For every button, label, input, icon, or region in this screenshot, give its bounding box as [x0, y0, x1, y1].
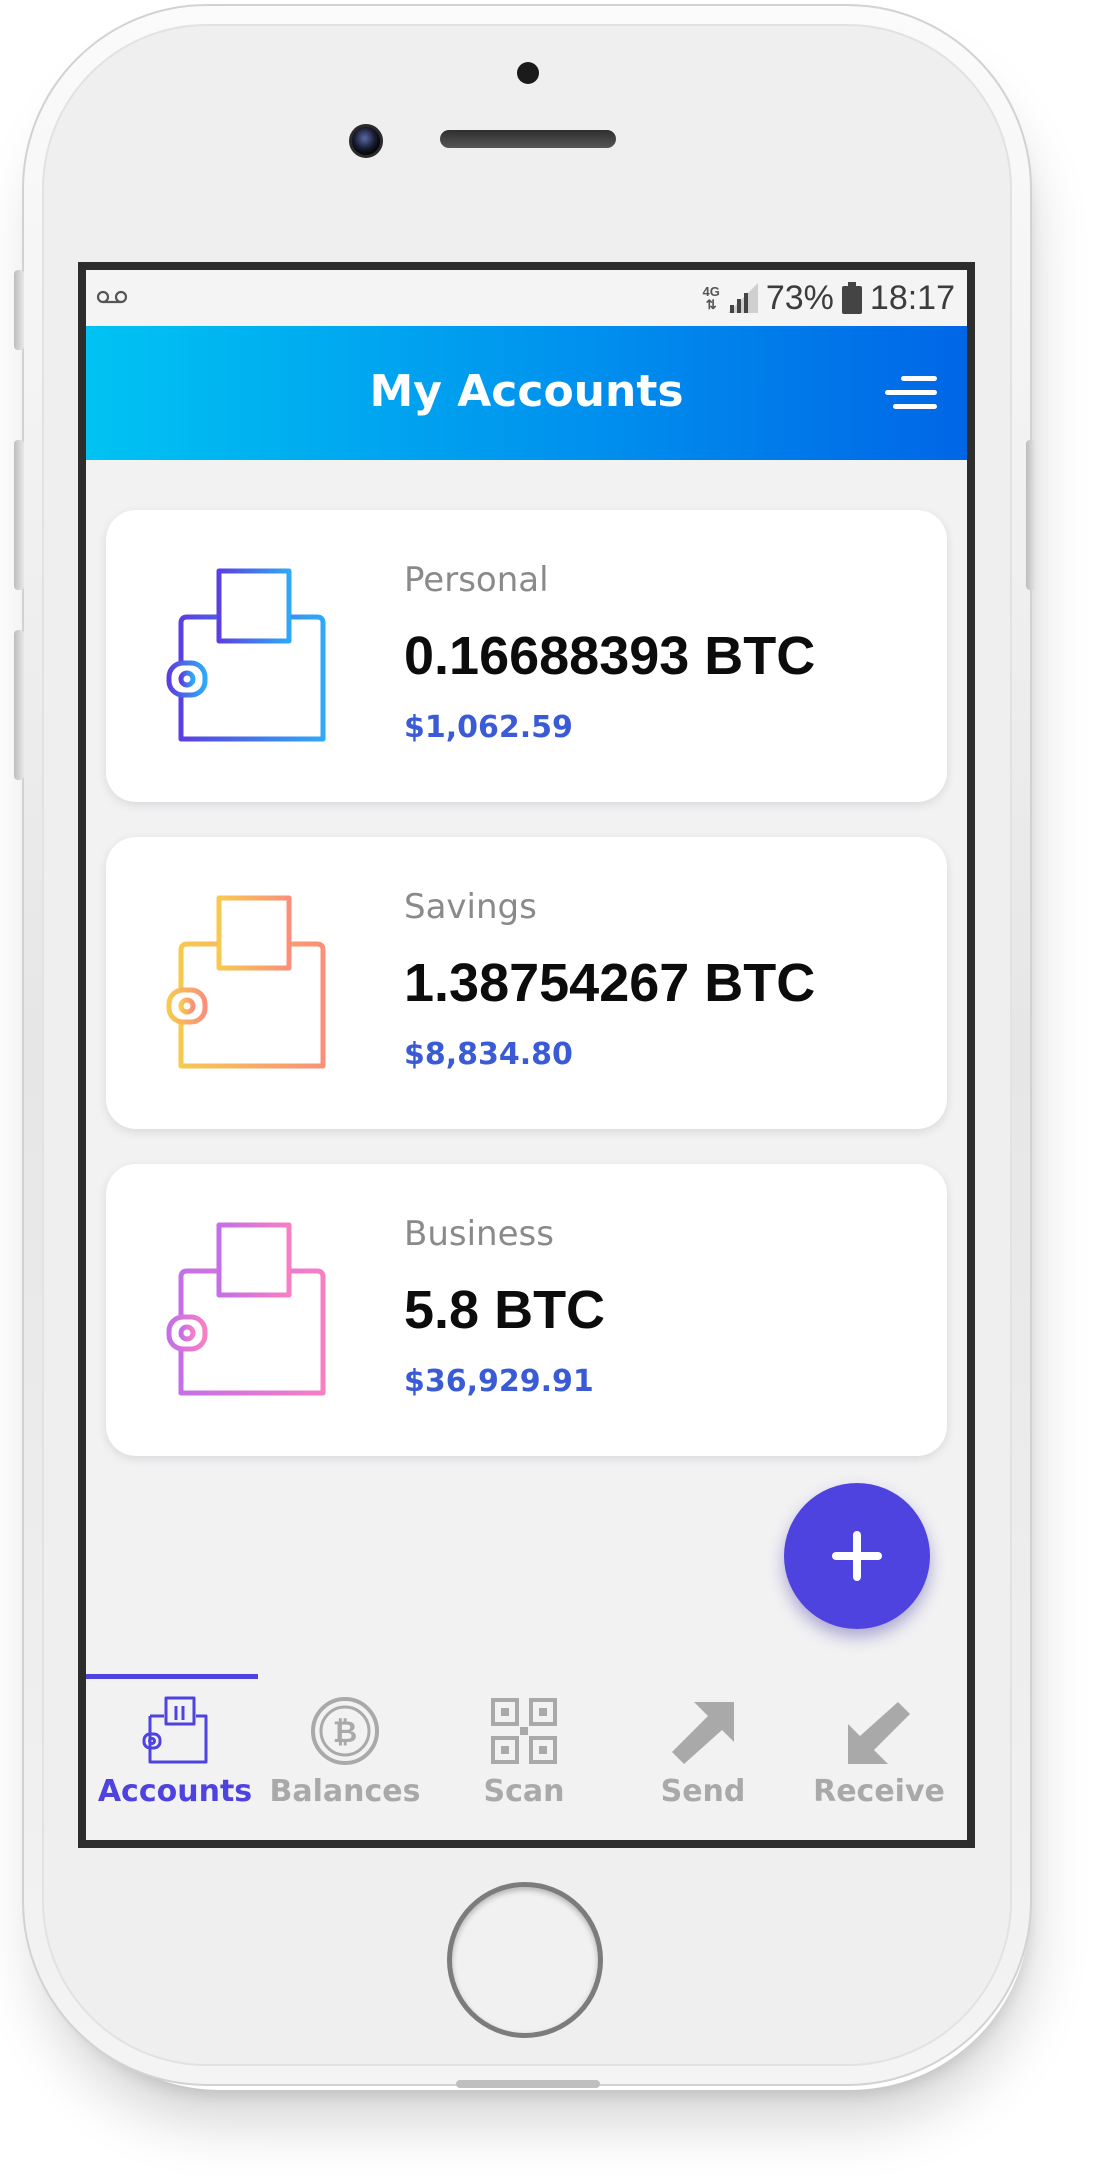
power-button — [1026, 440, 1036, 590]
account-card-savings[interactable]: Savings 1.38754267 BTC $8,834.80 — [106, 837, 947, 1129]
nav-tab-send[interactable]: Send — [614, 1694, 792, 1834]
data-arrows-icon: ⇅ — [705, 297, 717, 312]
menu-button[interactable] — [885, 372, 937, 414]
nav-tab-accounts[interactable]: Accounts — [86, 1694, 264, 1834]
account-name: Business — [404, 1214, 554, 1254]
clock: 18:17 — [869, 278, 955, 317]
proximity-sensor — [517, 62, 539, 84]
earpiece-speaker — [440, 130, 616, 148]
nav-label: Send — [660, 1774, 746, 1809]
account-btc-balance: 5.8 BTC — [404, 1280, 606, 1340]
wallet-icon — [166, 895, 326, 1069]
front-camera — [349, 124, 383, 158]
qr-code-icon — [491, 1698, 557, 1764]
account-usd-value: $36,929.91 — [404, 1364, 594, 1399]
nav-tab-receive[interactable]: Receive — [790, 1694, 967, 1834]
nav-label: Accounts — [97, 1774, 253, 1809]
plus-icon — [832, 1531, 882, 1581]
app-header: My Accounts — [86, 326, 967, 460]
account-name: Personal — [404, 560, 549, 600]
home-button[interactable] — [447, 1882, 603, 2038]
add-account-button[interactable] — [784, 1483, 930, 1629]
bitcoin-coin-icon: ₿ — [311, 1697, 379, 1765]
nav-tab-scan[interactable]: Scan — [435, 1694, 613, 1834]
page-title: My Accounts — [369, 366, 684, 417]
account-name: Savings — [404, 887, 537, 927]
account-btc-balance: 0.16688393 BTC — [404, 626, 816, 686]
volume-down-button — [14, 630, 24, 780]
voicemail-icon — [96, 290, 128, 304]
bottom-edge — [456, 2080, 600, 2088]
wallet-icon — [142, 1696, 208, 1764]
nav-label: Receive — [813, 1774, 945, 1809]
bottom-navigation: Accounts ₿ Balances Scan Send Receive — [86, 1674, 967, 1840]
app-screen: 4G ⇅ 73% 18:17 My Accounts Personal 0.16… — [78, 262, 975, 1848]
wallet-icon — [166, 1222, 326, 1396]
account-usd-value: $1,062.59 — [404, 710, 573, 745]
volume-up-button — [14, 440, 24, 590]
menu-icon — [885, 376, 937, 409]
account-list: Personal 0.16688393 BTC $1,062.59 Saving… — [106, 510, 947, 1491]
network-indicator: 4G ⇅ — [703, 285, 720, 311]
account-btc-balance: 1.38754267 BTC — [404, 953, 816, 1013]
svg-text:₿: ₿ — [333, 1715, 357, 1750]
mute-switch — [14, 270, 24, 350]
nav-label: Scan — [483, 1774, 565, 1809]
nav-tab-balances[interactable]: ₿ Balances — [256, 1694, 434, 1834]
status-bar: 4G ⇅ 73% 18:17 — [86, 270, 967, 326]
account-usd-value: $8,834.80 — [404, 1037, 573, 1072]
battery-icon — [841, 282, 862, 314]
signal-icon — [727, 283, 758, 313]
wallet-icon — [166, 568, 326, 742]
account-card-personal[interactable]: Personal 0.16688393 BTC $1,062.59 — [106, 510, 947, 802]
account-card-business[interactable]: Business 5.8 BTC $36,929.91 — [106, 1164, 947, 1456]
arrow-up-right-icon — [672, 1702, 734, 1764]
nav-label: Balances — [269, 1774, 421, 1809]
arrow-down-left-icon — [848, 1702, 910, 1764]
active-tab-indicator — [86, 1674, 258, 1679]
status-indicators: 4G ⇅ 73% 18:17 — [703, 278, 956, 318]
battery-percent: 73% — [765, 278, 834, 317]
device-frame: 4G ⇅ 73% 18:17 My Accounts Personal 0.16… — [0, 0, 1100, 2175]
